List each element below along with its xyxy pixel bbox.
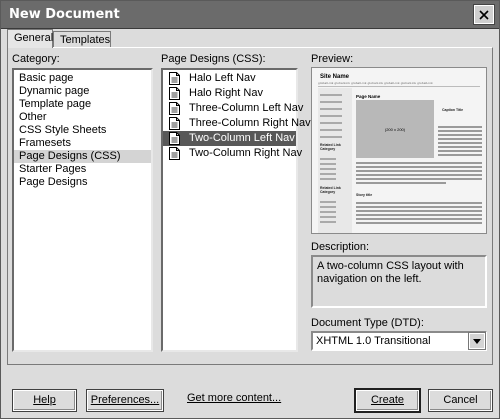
design-item-label: Three-Column Left Nav [189, 102, 304, 114]
design-item-halo-left-nav[interactable]: Halo Left Nav [163, 71, 296, 86]
preview-sidebar-heading: Related Link Category [320, 143, 341, 151]
design-item-label: Three-Column Right Nav [189, 117, 311, 129]
tab-general[interactable]: General [7, 29, 53, 48]
document-icon [169, 87, 180, 100]
preview-label: Preview: [311, 53, 354, 65]
category-item-starter-pages[interactable]: Starter Pages [14, 163, 151, 176]
close-icon [479, 9, 489, 20]
design-item-label: Halo Left Nav [189, 72, 256, 84]
category-item-page-designs[interactable]: Page Designs [14, 176, 151, 189]
doctype-value: XHTML 1.0 Transitional [316, 335, 431, 347]
designs-label: Page Designs (CSS): [161, 53, 266, 65]
preview-sidebar: Related Link Category Related Link Categ… [318, 88, 352, 233]
document-icon [169, 102, 180, 115]
doctype-select[interactable]: XHTML 1.0 Transitional [311, 331, 487, 351]
design-item-three-column-left-nav[interactable]: Three-Column Left Nav [163, 101, 303, 116]
design-item-three-column-right-nav[interactable]: Three-Column Right Nav [163, 116, 311, 131]
category-item-other[interactable]: Other [14, 111, 151, 124]
preview-story-title: Story title [356, 193, 373, 197]
document-icon [169, 117, 180, 130]
preview-thumbnail: Site Name globalLink globalLink globalLi… [311, 67, 487, 234]
doctype-label: Document Type (DTD): [311, 317, 424, 329]
new-document-dialog: New Document General Templates Category:… [0, 0, 500, 419]
document-icon [169, 147, 180, 160]
create-button-label: Create [370, 394, 405, 406]
category-label: Category: [12, 53, 60, 65]
preview-image-placeholder: (200 x 200) [356, 100, 434, 158]
document-icon [169, 132, 180, 145]
category-item-dynamic-page[interactable]: Dynamic page [14, 85, 151, 98]
general-tab-panel: Category: Basic page Dynamic page Templa… [7, 47, 493, 365]
design-item-label: Halo Right Nav [189, 87, 263, 99]
cancel-button[interactable]: Cancel [428, 389, 493, 412]
design-item-label: Two-Column Left Nav [189, 132, 295, 144]
preview-image-label: (200 x 200) [384, 126, 406, 132]
preview-site-name: Site Name [320, 74, 350, 80]
designs-list[interactable]: Halo Left Nav Halo Right Nav Three-Colum… [161, 68, 311, 352]
chevron-down-icon[interactable] [468, 332, 486, 350]
category-list[interactable]: Basic page Dynamic page Template page Ot… [12, 68, 153, 352]
cancel-button-label: Cancel [443, 394, 478, 406]
description-text: A two-column CSS layout with navigation … [311, 255, 487, 308]
close-button[interactable] [473, 4, 495, 25]
design-item-two-column-left-nav[interactable]: Two-Column Left Nav [163, 131, 296, 146]
create-button[interactable]: Create [354, 388, 421, 413]
preview-sidebar-heading: Related Link Category [320, 186, 341, 194]
description-label: Description: [311, 241, 370, 253]
title-bar: New Document [1, 1, 499, 29]
preferences-button-label: Preferences... [90, 394, 160, 406]
category-item-basic-page[interactable]: Basic page [14, 72, 151, 85]
get-more-content-link[interactable]: Get more content... [187, 392, 281, 404]
preferences-button[interactable]: Preferences... [86, 389, 164, 412]
preview-global-nav: globalLink globalLink globalLink globalL… [318, 81, 480, 87]
preview-page-name: Page Name [356, 94, 381, 99]
preview-caption-title: Caption Title [442, 108, 464, 112]
category-item-template-page[interactable]: Template page [14, 98, 151, 111]
design-item-two-column-right-nav[interactable]: Two-Column Right Nav [163, 146, 302, 161]
category-item-page-designs-css[interactable]: Page Designs (CSS) [14, 150, 151, 163]
dialog-title: New Document [9, 7, 120, 22]
category-item-framesets[interactable]: Framesets [14, 137, 151, 150]
document-icon [169, 72, 180, 85]
category-item-css-style-sheets[interactable]: CSS Style Sheets [14, 124, 151, 137]
help-button[interactable]: Help [12, 389, 77, 412]
help-button-label: Help [33, 394, 56, 406]
design-item-halo-right-nav[interactable]: Halo Right Nav [163, 86, 296, 101]
design-item-label: Two-Column Right Nav [189, 147, 303, 159]
